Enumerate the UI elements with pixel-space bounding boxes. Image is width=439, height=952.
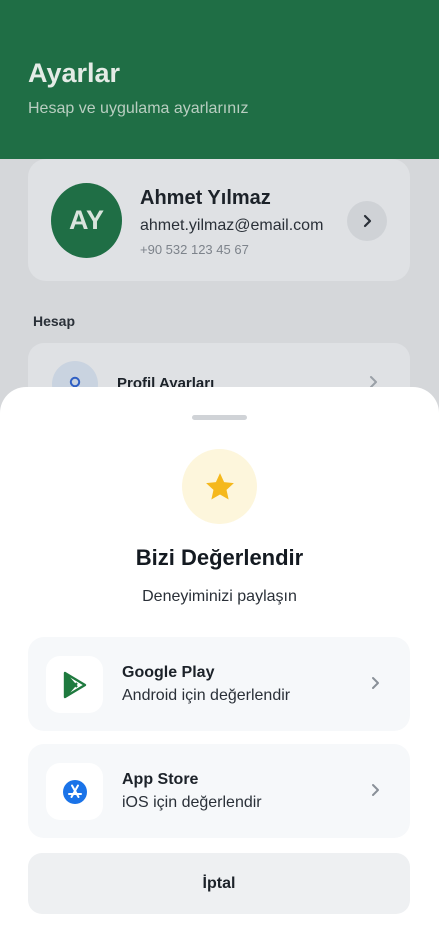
app-store-option[interactable]: App Store iOS için değerlendir <box>28 744 410 838</box>
chevron-right-icon <box>370 782 380 803</box>
avatar: AY <box>51 183 122 258</box>
star-icon <box>205 472 234 499</box>
profile-phone: +90 532 123 45 67 <box>140 242 249 257</box>
cancel-button[interactable]: İptal <box>28 853 410 914</box>
chevron-right-icon <box>370 675 380 696</box>
google-play-option[interactable]: Google Play Android için değerlendir <box>28 637 410 731</box>
profile-email: ahmet.yilmaz@email.com <box>140 217 324 234</box>
profile-card[interactable]: AY Ahmet Yılmaz ahmet.yilmaz@email.com +… <box>28 159 410 281</box>
sheet-drag-handle[interactable] <box>192 415 247 420</box>
page-title: Ayarlar <box>28 58 121 88</box>
store-description: iOS için değerlendir <box>122 794 262 811</box>
store-name: App Store <box>122 771 199 788</box>
store-description: Android için değerlendir <box>122 687 291 704</box>
sheet-subtitle: Deneyiminizi paylaşın <box>142 588 297 605</box>
google-play-icon <box>46 656 103 713</box>
rate-us-bottom-sheet: Bizi Değerlendir Deneyiminizi paylaşın G… <box>0 387 439 952</box>
app-store-icon <box>46 763 103 820</box>
store-name: Google Play <box>122 664 215 681</box>
header: Ayarlar Hesap ve uygulama ayarlarınız <box>0 0 439 159</box>
settings-screen: Ayarlar Hesap ve uygulama ayarlarınız AY… <box>0 0 439 952</box>
page-subtitle: Hesap ve uygulama ayarlarınız <box>28 100 249 117</box>
chevron-right-icon <box>363 214 372 228</box>
section-label-account: Hesap <box>33 313 76 329</box>
star-icon-badge <box>182 449 257 524</box>
profile-name: Ahmet Yılmaz <box>140 187 271 209</box>
sheet-title: Bizi Değerlendir <box>135 545 304 570</box>
profile-chevron-button[interactable] <box>347 201 387 241</box>
